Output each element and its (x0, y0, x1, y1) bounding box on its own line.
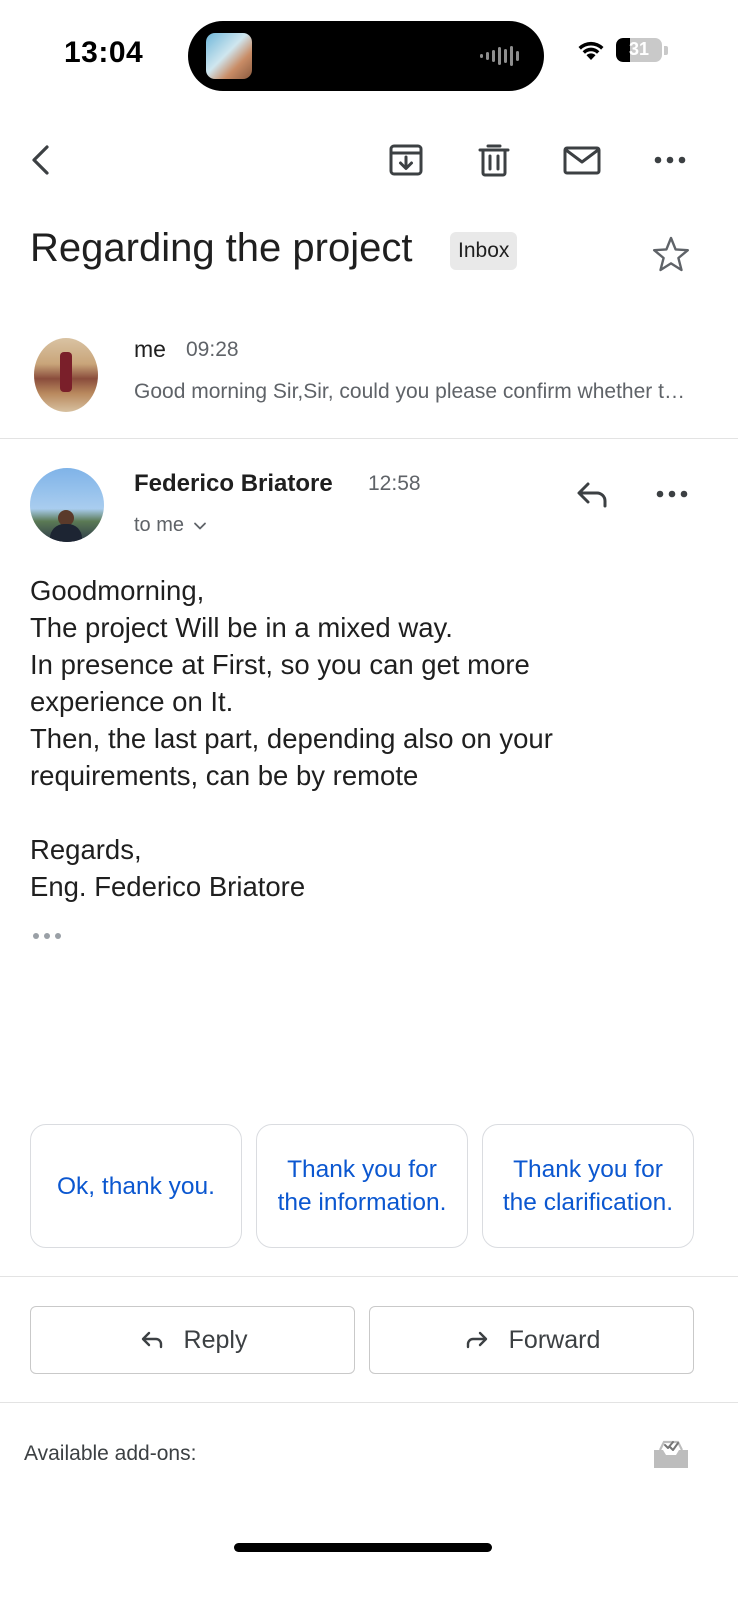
addons-bar: Available add-ons: (0, 1426, 738, 1486)
battery-level: 31 (628, 39, 650, 59)
expanded-message-header: Federico Briatore 12:58 to me (0, 466, 738, 546)
message-time: 12:58 (368, 472, 421, 495)
collapsed-message[interactable]: me 09:28 Good morning Sir,Sir, could you… (0, 330, 738, 438)
sender-name[interactable]: Federico Briatore (134, 470, 333, 498)
body-line: Goodmorning, (30, 575, 205, 606)
more-options-button[interactable] (640, 130, 700, 190)
avatar-body (50, 524, 82, 542)
audio-wave-icon (480, 46, 519, 66)
smart-reply-chip[interactable]: Thank you for the clarification. (482, 1124, 694, 1248)
body-line: requirements, can be by remote (30, 760, 419, 791)
trash-icon (478, 144, 510, 177)
body-line: In presence at First, so you can get mor… (30, 649, 530, 680)
body-line: Eng. Federico Briatore (30, 871, 306, 902)
smart-reply-chip[interactable]: Ok, thank you. (30, 1124, 242, 1248)
collapsed-time: 09:28 (186, 338, 239, 361)
body-line: The project Will be in a mixed way. (30, 612, 453, 643)
message-more-button[interactable] (648, 470, 696, 518)
chevron-down-icon (194, 522, 206, 529)
delete-button[interactable] (464, 130, 524, 190)
archive-icon (389, 144, 423, 176)
show-trimmed-content-icon[interactable] (30, 926, 68, 946)
avatar (34, 338, 98, 412)
status-indicators: 31 (576, 38, 668, 62)
home-indicator[interactable] (234, 1543, 492, 1552)
forward-label: Forward (508, 1325, 601, 1354)
subject-row: Regarding the project Inbox (30, 222, 720, 282)
body-line: experience on It. (30, 686, 234, 717)
status-bar: 13:04 31 (0, 0, 738, 100)
avatar-figure (60, 352, 72, 392)
archive-button[interactable] (376, 130, 436, 190)
addons-tray-icon[interactable] (650, 1436, 692, 1472)
wifi-icon (578, 41, 604, 60)
recipient-label: to me (134, 514, 185, 536)
reply-icon (141, 1331, 162, 1349)
body-line (30, 794, 710, 831)
forward-icon (466, 1331, 487, 1349)
star-outline-icon[interactable] (650, 234, 692, 276)
back-button[interactable] (12, 130, 72, 190)
chevron-left-icon (32, 145, 49, 175)
collapsed-snippet: Good morning Sir,Sir, could you please c… (134, 380, 694, 403)
mark-unread-button[interactable] (552, 130, 612, 190)
smart-reply-chip[interactable]: Thank you for the information. (256, 1124, 468, 1248)
now-playing-thumbnail (206, 33, 252, 79)
body-line: Then, the last part, depending also on y… (30, 723, 553, 754)
sender-avatar[interactable] (30, 468, 104, 542)
battery-cap (664, 45, 668, 55)
reply-forward-row: Reply Forward (30, 1306, 694, 1374)
body-line: Regards, (30, 834, 142, 865)
quick-reply-button[interactable] (568, 470, 616, 518)
reply-icon (577, 482, 607, 508)
reply-label: Reply (183, 1325, 248, 1354)
forward-button[interactable]: Forward (369, 1306, 694, 1374)
divider (0, 1402, 738, 1403)
reply-button[interactable]: Reply (30, 1306, 355, 1374)
divider (0, 438, 738, 439)
mail-icon (563, 146, 601, 175)
recipient-details-toggle[interactable]: to me (134, 514, 208, 537)
more-horizontal-icon (654, 156, 686, 164)
more-horizontal-icon (656, 490, 688, 498)
message-toolbar (0, 130, 738, 190)
message-body: Goodmorning, The project Will be in a mi… (30, 572, 710, 905)
inbox-label-chip[interactable]: Inbox (450, 232, 518, 270)
dynamic-island[interactable] (188, 21, 544, 91)
smart-replies: Ok, thank you. Thank you for the informa… (30, 1124, 694, 1248)
addons-label: Available add-ons: (24, 1442, 197, 1465)
email-subject: Regarding the project (30, 226, 413, 270)
collapsed-sender: me (134, 336, 166, 362)
battery-icon: 31 (616, 38, 662, 62)
divider (0, 1276, 738, 1277)
status-time: 13:04 (64, 36, 144, 69)
